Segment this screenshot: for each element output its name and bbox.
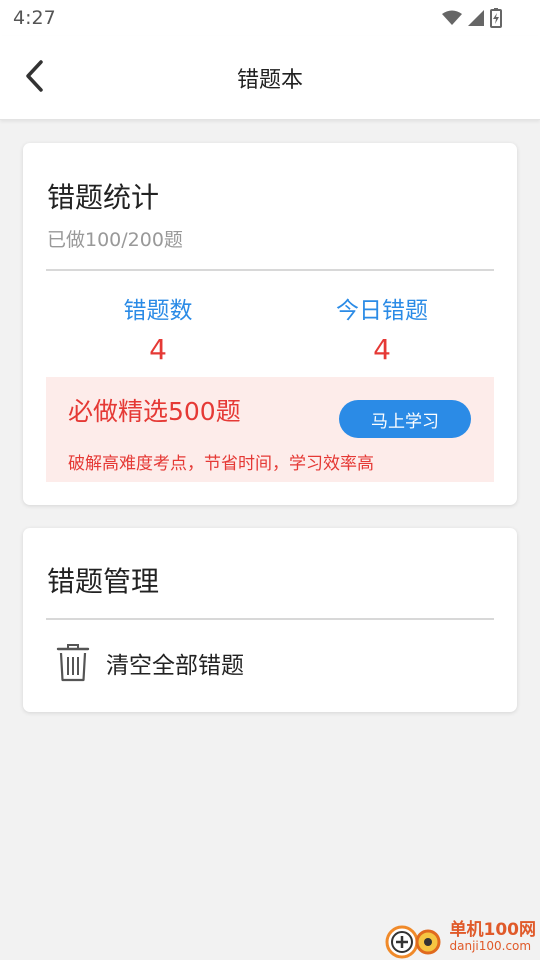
status-icons bbox=[442, 8, 502, 28]
clear-all-label: 清空全部错题 bbox=[106, 653, 244, 679]
stats-card-title: 错题统计 bbox=[47, 181, 160, 214]
watermark-logo bbox=[384, 914, 448, 960]
watermark-text: 单机100网 danji100.com bbox=[450, 921, 537, 953]
promo-title: 必做精选500题 bbox=[68, 397, 241, 426]
progress-text: 已做100/200题 bbox=[47, 229, 183, 251]
manage-card-title: 错题管理 bbox=[47, 565, 160, 598]
today-wrong-value: 4 bbox=[373, 333, 391, 366]
promo-description: 破解高难度考点，节省时间，学习效率高 bbox=[68, 454, 374, 474]
promo-banner[interactable]: 必做精选500题 马上学习 破解高难度考点，节省时间，学习效率高 bbox=[46, 377, 494, 482]
wrong-count-label: 错题数 bbox=[123, 298, 193, 324]
wrong-manage-card: 错题管理 清空全部错题 bbox=[23, 528, 517, 712]
watermark: 单机100网 danji100.com bbox=[384, 914, 537, 960]
trash-icon bbox=[50, 640, 96, 686]
wifi-icon bbox=[442, 10, 462, 25]
app-header: 错题本 bbox=[0, 36, 540, 120]
wrong-stats-card: 错题统计 已做100/200题 错题数 4 今日错题 4 必做精选500题 马上… bbox=[23, 143, 517, 505]
divider bbox=[46, 269, 494, 271]
divider bbox=[46, 618, 494, 620]
wrong-count-stat[interactable]: 错题数 4 bbox=[58, 291, 258, 366]
status-time: 4:27 bbox=[13, 7, 56, 29]
clear-all-button[interactable]: 清空全部错题 bbox=[46, 638, 494, 688]
watermark-url: danji100.com bbox=[449, 938, 532, 953]
study-now-button[interactable]: 马上学习 bbox=[339, 400, 471, 438]
battery-icon bbox=[490, 8, 502, 28]
watermark-name: 单机100网 bbox=[449, 920, 537, 941]
status-bar: 4:27 bbox=[0, 0, 540, 36]
today-wrong-stat[interactable]: 今日错题 4 bbox=[282, 291, 482, 366]
signal-icon bbox=[468, 10, 484, 26]
today-wrong-label: 今日错题 bbox=[336, 298, 428, 324]
wrong-count-value: 4 bbox=[149, 333, 167, 366]
page-title: 错题本 bbox=[236, 68, 303, 93]
